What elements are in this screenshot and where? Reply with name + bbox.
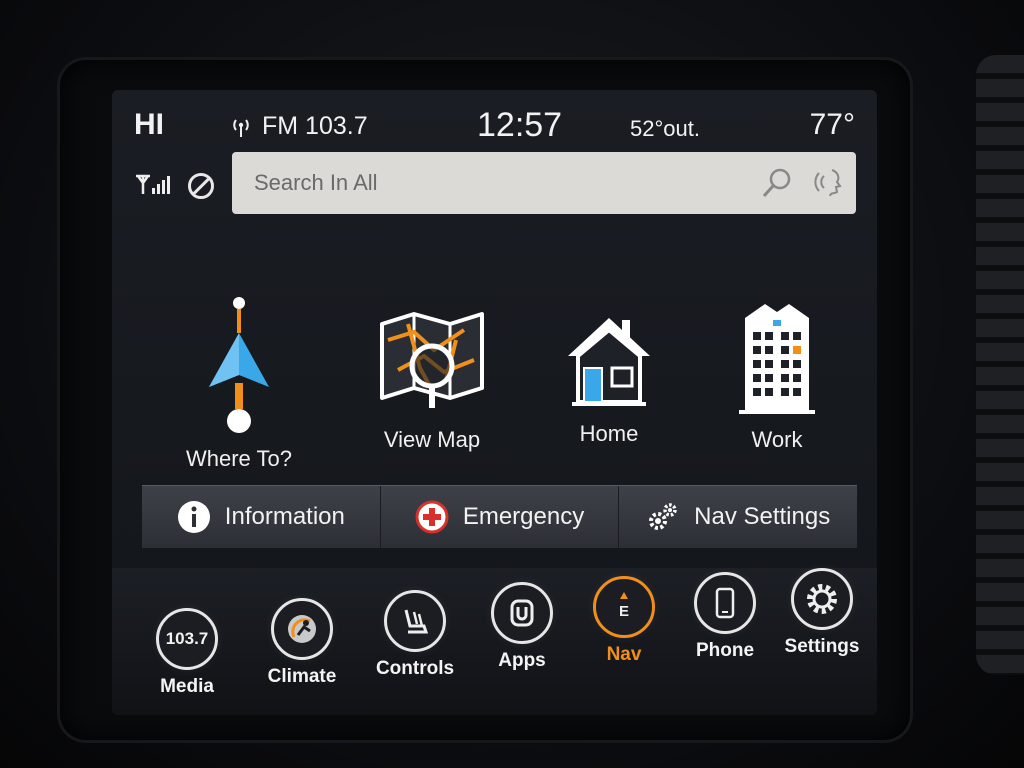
search-bar[interactable] (232, 151, 856, 215)
dock-media-button[interactable]: 103.7 Media (142, 608, 232, 698)
emergency-label: Emergency (462, 503, 585, 530)
voice-command-icon[interactable] (806, 162, 848, 204)
air-vent (976, 55, 1024, 675)
dock-climate-button[interactable]: Climate (257, 598, 347, 688)
seat-controls-icon (384, 590, 446, 652)
info-icon (177, 501, 210, 533)
status-bar: HI FM 103.7 12:57 52°out. 77° (112, 106, 877, 146)
search-input[interactable] (232, 151, 756, 215)
compass-icon: E (593, 576, 655, 638)
dock-nav-button[interactable]: E Nav (579, 576, 669, 666)
phone-icon (694, 572, 756, 634)
where-to-label: Where To? (186, 446, 292, 471)
information-button[interactable]: Information (142, 486, 381, 548)
no-service-icon (188, 173, 214, 199)
svg-text:E: E (619, 603, 629, 620)
infotainment-screen: HI FM 103.7 12:57 52°out. 77° Search In … (112, 90, 877, 715)
fan-speed[interactable]: HI (134, 108, 164, 142)
search-icon[interactable] (756, 162, 798, 204)
work-button[interactable]: Work (712, 298, 842, 453)
dock-apps-button[interactable]: Apps (477, 582, 567, 672)
office-building-icon (739, 304, 815, 414)
uconnect-apps-icon (491, 582, 553, 644)
bottom-dock: 103.7 Media Climate Controls Apps E Nav … (112, 568, 877, 715)
dock-controls-button[interactable]: Controls (370, 590, 460, 680)
media-icon: 103.7 (156, 608, 218, 670)
gear-icon (791, 568, 853, 630)
gears-icon (649, 503, 677, 530)
dock-phone-button[interactable]: Phone (680, 572, 770, 662)
signal-strength-icon (136, 174, 170, 194)
cabin-temperature[interactable]: 77° (810, 108, 855, 142)
clock: 12:57 (477, 106, 563, 144)
map-magnifier-icon (380, 312, 484, 408)
view-map-button[interactable]: View Map (367, 310, 497, 453)
climate-icon (271, 598, 333, 660)
nav-settings-button[interactable]: Nav Settings (619, 486, 857, 548)
information-label: Information (224, 503, 345, 530)
emergency-cross-icon (415, 500, 449, 534)
broadcast-icon (233, 118, 249, 137)
house-icon (568, 318, 650, 406)
nav-action-bar: Information Emergency Nav Settings (142, 485, 857, 548)
where-to-button[interactable]: Where To? (174, 295, 304, 472)
emergency-button[interactable]: Emergency (381, 486, 620, 548)
navigation-arrow-icon (209, 297, 269, 433)
dock-settings-button[interactable]: Settings (777, 568, 867, 658)
work-label: Work (751, 427, 803, 452)
home-button[interactable]: Home (544, 310, 674, 447)
view-map-label: View Map (383, 427, 481, 452)
home-label: Home (579, 421, 639, 446)
radio-station[interactable]: FM 103.7 (230, 112, 368, 141)
outside-temperature: 52°out. (630, 116, 700, 141)
nav-settings-label: Nav Settings (694, 503, 831, 530)
radio-label: FM 103.7 (262, 112, 368, 140)
